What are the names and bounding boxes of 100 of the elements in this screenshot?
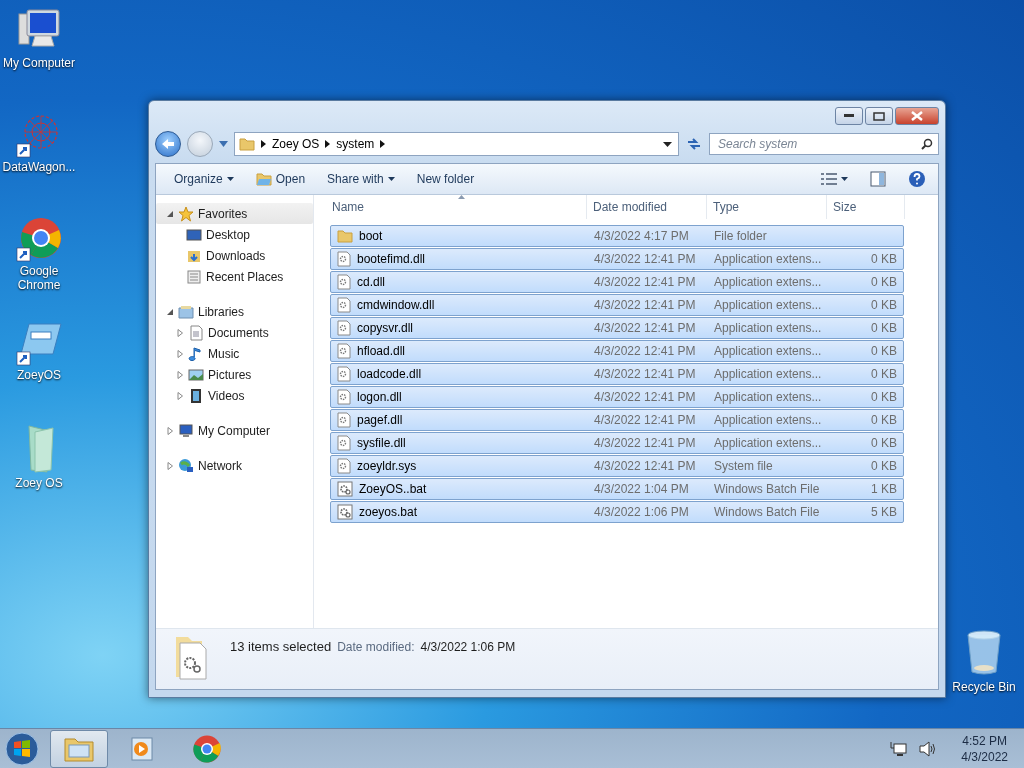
minimize-button[interactable]: [835, 107, 863, 125]
help-icon[interactable]: [908, 170, 926, 188]
gear-file-icon: [337, 504, 353, 520]
file-name: boot: [331, 229, 588, 243]
column-header[interactable]: Type: [707, 195, 827, 219]
breadcrumb[interactable]: system: [336, 137, 375, 151]
address-bar[interactable]: Zoey OS system: [234, 132, 679, 156]
file-row[interactable]: ZoeyOS..bat 4/3/2022 1:04 PM Windows Batch File 1 KB: [330, 478, 904, 500]
date-cell-text: 4/3/2022 12:41 PM: [593, 390, 697, 404]
nav-label: Desktop: [206, 227, 251, 242]
collapse-arrow-icon[interactable]: [166, 307, 174, 316]
nav-group-item[interactable]: My Computer: [156, 420, 313, 441]
speaker-icon[interactable]: [919, 741, 938, 757]
file-row[interactable]: zoeyos.bat 4/3/2022 1:06 PM Windows Batch File 5 KB: [330, 501, 904, 523]
file-name: bootefimd.dll: [331, 251, 588, 267]
preview-pane-icon[interactable]: [870, 171, 886, 187]
file-row[interactable]: sysfile.dll 4/3/2022 12:41 PM Application extens... 0 KB: [330, 432, 904, 454]
expand-arrow-icon[interactable]: [166, 426, 174, 435]
selection-summary: 13 items selected: [230, 639, 332, 654]
nav-item[interactable]: Videos: [156, 385, 313, 406]
nav-group-item[interactable]: Favorites: [156, 203, 313, 224]
file-row[interactable]: zoeyldr.sys 4/3/2022 12:41 PM System file 0 KB: [330, 455, 904, 477]
nav-item[interactable]: Pictures: [156, 364, 313, 385]
nav-group-item[interactable]: Libraries: [156, 301, 313, 322]
toolbar-button[interactable]: Open: [245, 168, 316, 190]
nav-item[interactable]: Downloads: [156, 245, 313, 266]
maximize-icon: [873, 111, 885, 121]
column-header[interactable]: Name: [330, 195, 587, 219]
sort-arrow-icon: [458, 195, 465, 199]
back-arrow-icon: [161, 138, 175, 150]
file-row[interactable]: bootefimd.dll 4/3/2022 12:41 PM Application extens... 0 KB: [330, 248, 904, 270]
size-cell-text: 0 KB: [870, 413, 898, 427]
gear-file-icon: [337, 412, 351, 428]
toolbar-button[interactable]: Organize: [164, 168, 244, 190]
type-cell-text: Application extens...: [713, 413, 823, 427]
back-button[interactable]: [155, 131, 181, 157]
file-row[interactable]: boot 4/3/2022 4:17 PM File folder: [330, 225, 904, 247]
maximize-button[interactable]: [865, 107, 893, 125]
column-header[interactable]: Size: [827, 195, 905, 219]
file-row[interactable]: cmdwindow.dll 4/3/2022 12:41 PM Application extens... 0 KB: [330, 294, 904, 316]
file-name: copysvr.dll: [331, 320, 588, 336]
breadcrumb-arrow-icon[interactable]: [261, 140, 266, 148]
nav-label: Music: [208, 346, 240, 361]
folder-icon: [255, 172, 272, 186]
type-cell-text: Application extens...: [713, 390, 823, 404]
type-cell-text: Application extens...: [713, 275, 823, 289]
file-row[interactable]: pagef.dll 4/3/2022 12:41 PM Application extens... 0 KB: [330, 409, 904, 431]
size-cell-text: 5 KB: [870, 505, 898, 519]
size-cell-text: 0 KB: [870, 321, 898, 335]
desktop-icon-label[interactable]: DataWagon...: [0, 160, 78, 174]
date-cell-text: 4/3/2022 12:41 PM: [593, 275, 697, 289]
type-cell-text: Application extens...: [713, 252, 823, 266]
nav-group-item[interactable]: Network: [156, 455, 313, 476]
clock-time[interactable]: 4:52 PM: [962, 733, 1007, 749]
file-row[interactable]: loadcode.dll 4/3/2022 12:41 PM Application extens... 0 KB: [330, 363, 904, 385]
clock-date[interactable]: 4/3/2022: [961, 749, 1008, 765]
toolbar-button[interactable]: New folder: [406, 168, 485, 190]
expand-arrow-icon[interactable]: [176, 391, 184, 400]
type-cell-text: Application extens...: [713, 367, 823, 381]
type-cell-text: Application extens...: [713, 344, 823, 358]
toolbar-button[interactable]: Share with: [317, 168, 405, 190]
close-button[interactable]: [895, 107, 939, 125]
breadcrumb-arrow-icon[interactable]: [325, 140, 331, 148]
collapse-arrow-icon[interactable]: [166, 209, 174, 218]
desktop-icon-label[interactable]: Recycle Bin: [945, 680, 1023, 694]
network-status-icon[interactable]: [889, 741, 908, 757]
history-dropdown-icon[interactable]: [219, 141, 228, 147]
file-row[interactable]: copysvr.dll 4/3/2022 12:41 PM Application extens... 0 KB: [330, 317, 904, 339]
breadcrumb-arrow-icon[interactable]: [380, 140, 386, 148]
caret-icon: [387, 177, 395, 181]
file-row[interactable]: hfload.dll 4/3/2022 12:41 PM Application extens... 0 KB: [330, 340, 904, 362]
expand-arrow-icon[interactable]: [166, 461, 174, 470]
desktop-icon-label[interactable]: My Computer: [0, 56, 78, 70]
breadcrumb[interactable]: Zoey OS: [272, 137, 320, 151]
expand-arrow-icon[interactable]: [176, 349, 184, 358]
minimize-icon: [844, 114, 854, 118]
column-header[interactable]: Date modified: [587, 195, 707, 219]
caret-icon: [841, 177, 848, 181]
file-stack-icon: [174, 635, 210, 681]
date-cell-text: 4/3/2022 12:41 PM: [593, 344, 697, 358]
dropdown-arrow-icon[interactable]: [663, 141, 672, 147]
nav-label: Favorites: [198, 206, 248, 221]
expand-arrow-icon[interactable]: [176, 328, 184, 337]
gear-file-icon: [337, 481, 353, 497]
nav-item[interactable]: Desktop: [156, 224, 313, 245]
expand-arrow-icon[interactable]: [176, 370, 184, 379]
file-name: cmdwindow.dll: [331, 297, 588, 313]
date-cell-text: 4/3/2022 12:41 PM: [593, 252, 697, 266]
nav-item[interactable]: Recent Places: [156, 266, 313, 287]
music-note-icon: [188, 345, 204, 362]
folder-icon: [337, 229, 353, 243]
file-name: sysfile.dll: [331, 435, 588, 451]
search-field[interactable]: Search system: [709, 133, 939, 155]
drive-shortcut-icon: [15, 320, 63, 366]
nav-item[interactable]: Music: [156, 343, 313, 364]
nav-item[interactable]: Documents: [156, 322, 313, 343]
file-row[interactable]: cd.dll 4/3/2022 12:41 PM Application extens... 0 KB: [330, 271, 904, 293]
taskbar-button[interactable]: [50, 730, 108, 768]
file-row[interactable]: logon.dll 4/3/2022 12:41 PM Application extens... 0 KB: [330, 386, 904, 408]
desktop-icon-label[interactable]: Google Chrome: [0, 264, 78, 292]
